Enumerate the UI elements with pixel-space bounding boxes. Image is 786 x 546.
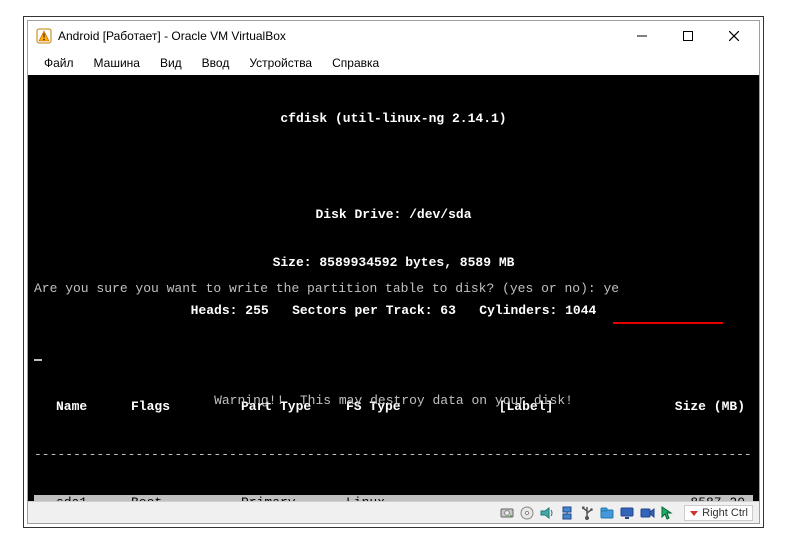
display-icon[interactable] (618, 504, 636, 522)
menu-input[interactable]: Ввод (192, 54, 240, 72)
prompt-area: Are you sure you want to write the parti… (28, 249, 759, 489)
partition-row-selected[interactable]: sda1 Boot Primary Linux 8587.20 (34, 495, 753, 501)
disk-drive-line: Disk Drive: /dev/sda (34, 207, 753, 223)
minimize-button[interactable] (619, 21, 665, 51)
menu-devices[interactable]: Устройства (239, 54, 322, 72)
window-title: Android [Работает] - Oracle VM VirtualBo… (58, 29, 286, 43)
shared-folders-icon[interactable] (598, 504, 616, 522)
usb-icon[interactable] (578, 504, 596, 522)
virtualbox-window: Android [Работает] - Oracle VM VirtualBo… (27, 20, 760, 524)
close-button[interactable] (711, 21, 757, 51)
network-icon[interactable] (558, 504, 576, 522)
cfdisk-title: cfdisk (util-linux-ng 2.14.1) (34, 111, 753, 127)
statusbar: Right Ctrl (28, 501, 759, 523)
recording-icon[interactable] (638, 504, 656, 522)
window-controls (619, 21, 757, 51)
mouse-integration-icon[interactable] (658, 504, 676, 522)
audio-icon[interactable] (538, 504, 556, 522)
maximize-button[interactable] (665, 21, 711, 51)
menu-help[interactable]: Справка (322, 54, 389, 72)
menu-file[interactable]: Файл (34, 54, 84, 72)
warning-line: Warning!! This may destroy data on your … (34, 393, 753, 409)
host-key-label: Right Ctrl (702, 507, 748, 519)
cell-flags: Boot (131, 495, 241, 501)
titlebar: Android [Работает] - Oracle VM VirtualBo… (28, 21, 759, 51)
cell-size: 8587.20 (596, 495, 751, 501)
menu-machine[interactable]: Машина (84, 54, 150, 72)
menu-view[interactable]: Вид (150, 54, 192, 72)
annotation-underline (613, 322, 723, 324)
guest-terminal[interactable]: cfdisk (util-linux-ng 2.14.1) Disk Drive… (28, 75, 759, 501)
hard-disk-icon[interactable] (498, 504, 516, 522)
cell-label (456, 495, 596, 501)
cell-fs-type: Linux (346, 495, 456, 501)
cell-name: sda1 (36, 495, 131, 501)
menubar: Файл Машина Вид Ввод Устройства Справка (28, 51, 759, 75)
cell-part-type: Primary (241, 495, 346, 501)
confirm-prompt: Are you sure you want to write the parti… (34, 281, 753, 297)
optical-disk-icon[interactable] (518, 504, 536, 522)
text-cursor (34, 359, 42, 361)
outer-frame: Android [Работает] - Oracle VM VirtualBo… (23, 16, 764, 528)
host-key-indicator[interactable]: Right Ctrl (684, 505, 753, 521)
arrow-down-icon (689, 508, 699, 518)
app-icon (36, 28, 52, 44)
